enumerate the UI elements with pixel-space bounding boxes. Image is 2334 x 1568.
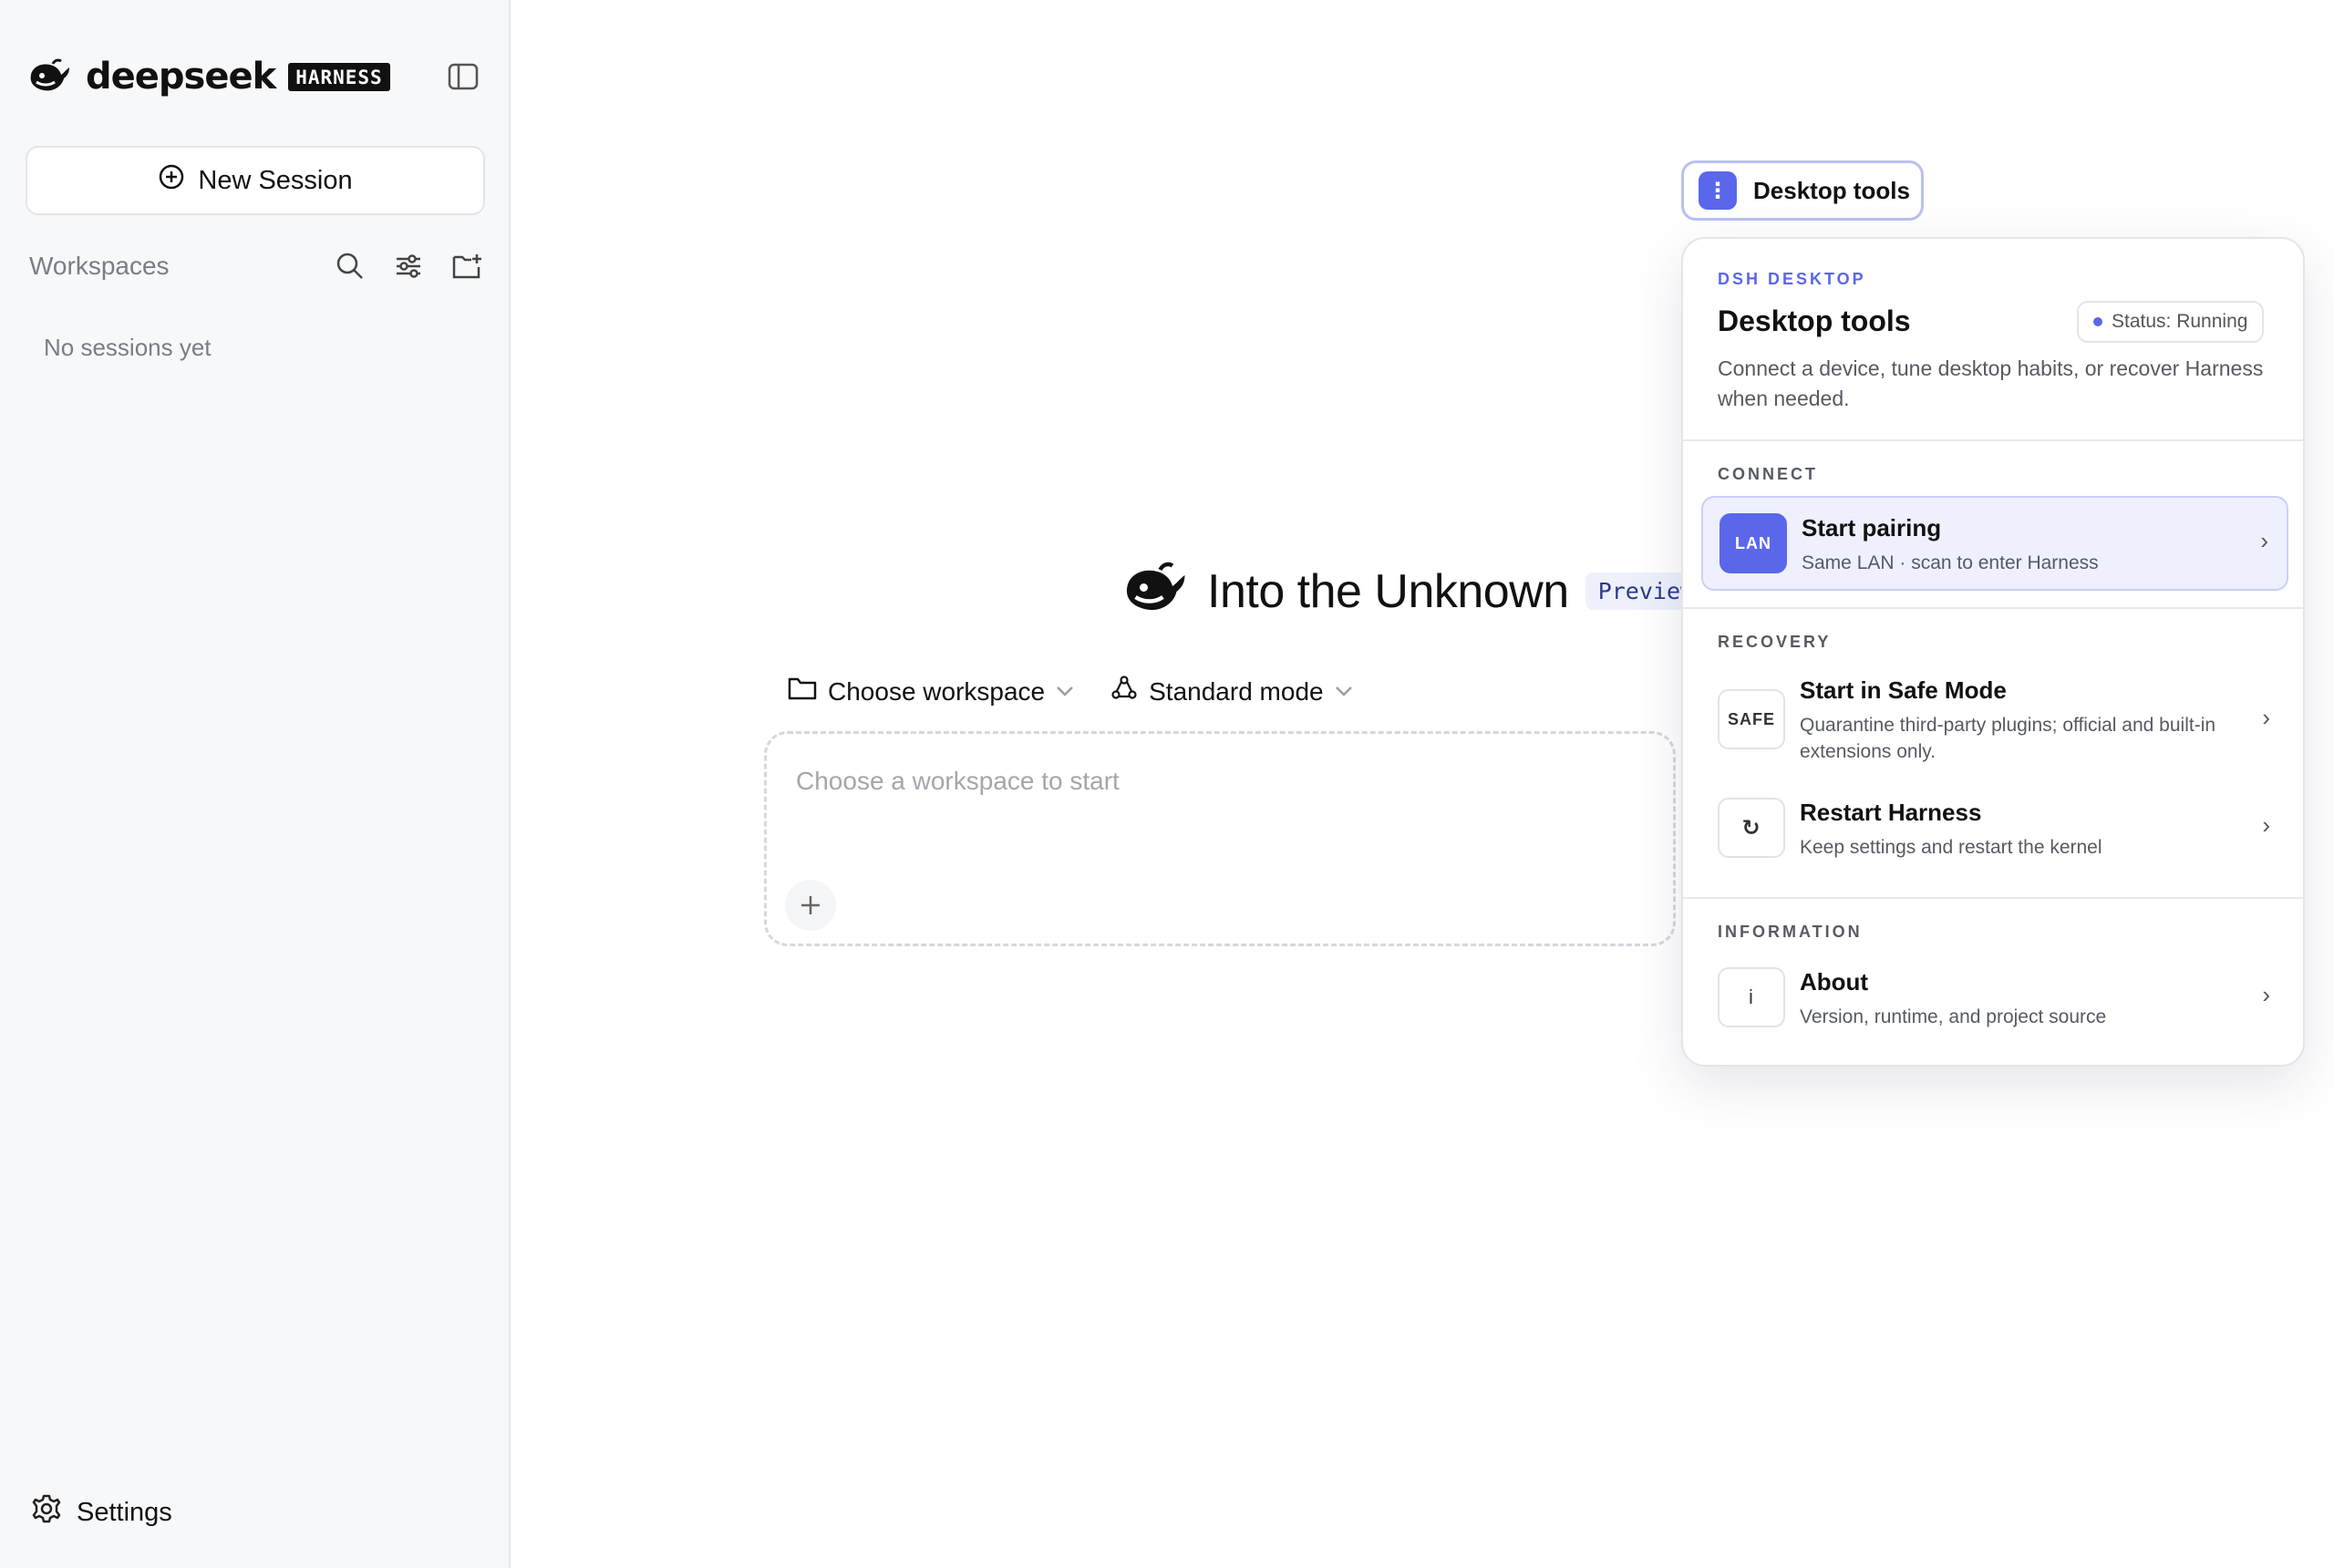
- section-label-connect: CONNECT: [1718, 465, 1818, 483]
- mode-icon: [1110, 675, 1138, 708]
- about-item[interactable]: i About Version, runtime, and project so…: [1701, 952, 2288, 1043]
- desktop-tools-button-label: Desktop tools: [1753, 176, 1910, 204]
- hero-title: Into the Unknown: [1207, 564, 1569, 618]
- safe-mode-text: Start in Safe Mode Quarantine third-part…: [1800, 676, 2237, 765]
- brand-badge: HARNESS: [288, 62, 390, 91]
- workspace-selector[interactable]: Choose workspace: [788, 676, 1074, 707]
- new-session-label: New Session: [198, 165, 353, 195]
- empty-sessions-label: No sessions yet: [44, 334, 212, 361]
- chevron-right-icon: ›: [2260, 527, 2268, 554]
- app-window: deepseek HARNESS New Session Workspaces: [0, 0, 2334, 1568]
- item-title: Restart Harness: [1800, 799, 1982, 826]
- status-dot-icon: [2093, 317, 2102, 326]
- divider: [1683, 607, 2303, 609]
- item-subtitle: Keep settings and restart the kernel: [1800, 837, 2102, 858]
- folder-icon: [788, 676, 817, 707]
- filter-sliders-icon[interactable]: [390, 248, 427, 284]
- composer-selectors: Choose workspace Standard mode: [788, 675, 1389, 708]
- plus-circle-icon: [158, 163, 185, 198]
- panel-title: Desktop tools: [1718, 304, 1911, 337]
- more-vertical-icon: ⋮: [1699, 171, 1737, 210]
- item-title: Start pairing: [1802, 514, 1942, 542]
- chevron-down-icon: [1335, 681, 1353, 702]
- status-label: Status: Running: [2112, 311, 2248, 332]
- start-pairing-text: Start pairing Same LAN · scan to enter H…: [1802, 514, 2239, 576]
- attach-plus-icon[interactable]: [785, 880, 836, 931]
- restart-harness-text: Restart Harness Keep settings and restar…: [1800, 799, 2237, 861]
- search-icon[interactable]: [332, 248, 368, 284]
- mode-selector-label: Standard mode: [1149, 676, 1324, 706]
- item-title: Start in Safe Mode: [1800, 676, 2007, 704]
- restart-icon: ↻: [1718, 798, 1785, 858]
- divider: [1683, 897, 2303, 899]
- chevron-right-icon: ›: [2262, 981, 2270, 1008]
- start-pairing-item[interactable]: LAN Start pairing Same LAN · scan to ent…: [1701, 496, 2288, 591]
- desktop-tools-panel: DSH DESKTOP Desktop tools Status: Runnin…: [1681, 237, 2305, 1067]
- sidebar-toggle-icon[interactable]: [445, 60, 481, 93]
- section-label-recovery: RECOVERY: [1718, 633, 1832, 651]
- whale-logo-icon: [1121, 562, 1191, 621]
- whale-logo-icon: [27, 58, 73, 95]
- chevron-right-icon: ›: [2262, 704, 2270, 731]
- divider: [1683, 439, 2303, 441]
- gear-icon: [31, 1493, 62, 1532]
- item-subtitle: Same LAN · scan to enter Harness: [1802, 552, 2099, 573]
- restart-harness-item[interactable]: ↻ Restart Harness Keep settings and rest…: [1701, 782, 2288, 873]
- add-folder-icon[interactable]: [449, 248, 485, 284]
- safe-icon: SAFE: [1718, 689, 1785, 749]
- panel-eyebrow: DSH DESKTOP: [1718, 270, 1866, 288]
- workspaces-title: Workspaces: [29, 252, 170, 280]
- hero: Into the Unknown Preview: [1121, 562, 1708, 621]
- new-session-button[interactable]: New Session: [26, 146, 485, 215]
- workspace-selector-label: Choose workspace: [828, 676, 1046, 706]
- lan-icon: LAN: [1720, 513, 1787, 573]
- item-title: About: [1800, 968, 1869, 995]
- desktop-tools-button[interactable]: ⋮ Desktop tools: [1681, 160, 1924, 221]
- section-label-information: INFORMATION: [1718, 923, 1863, 941]
- composer[interactable]: Choose a workspace to start: [764, 731, 1676, 946]
- settings-label: Settings: [77, 1497, 172, 1527]
- workspaces-header: Workspaces: [29, 246, 485, 286]
- safe-mode-item[interactable]: SAFE Start in Safe Mode Quarantine third…: [1701, 665, 2288, 775]
- item-subtitle: Quarantine third-party plugins; official…: [1800, 715, 2216, 762]
- item-subtitle: Version, runtime, and project source: [1800, 1006, 2107, 1027]
- composer-placeholder: Choose a workspace to start: [796, 767, 1120, 795]
- mode-selector[interactable]: Standard mode: [1110, 675, 1352, 708]
- about-text: About Version, runtime, and project sour…: [1800, 968, 2237, 1030]
- chevron-down-icon: [1056, 681, 1074, 702]
- sidebar: deepseek HARNESS New Session Workspaces: [0, 0, 511, 1568]
- chevron-right-icon: ›: [2262, 811, 2270, 839]
- brand: deepseek HARNESS: [27, 53, 390, 100]
- status-badge: Status: Running: [2077, 301, 2265, 343]
- info-icon: i: [1718, 967, 1785, 1027]
- settings-button[interactable]: Settings: [31, 1493, 172, 1532]
- panel-description: Connect a device, tune desktop habits, o…: [1718, 356, 2264, 410]
- brand-name: deepseek: [86, 56, 276, 98]
